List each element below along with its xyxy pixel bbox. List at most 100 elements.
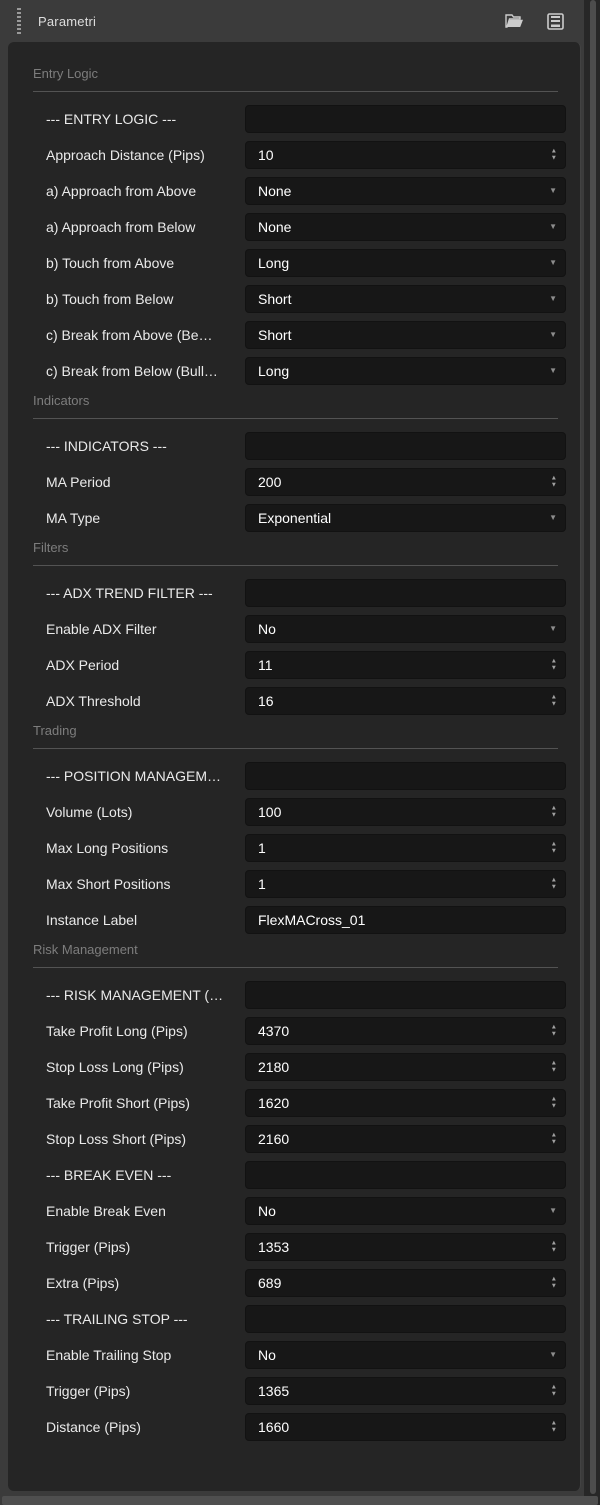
arrow-down-icon[interactable]: ▼ <box>551 1104 557 1110</box>
drag-handle-icon[interactable] <box>17 8 21 35</box>
number-stepper[interactable]: ▲▼ <box>551 1421 557 1434</box>
parameter-select[interactable] <box>245 504 566 532</box>
parameter-number-input[interactable] <box>245 651 566 679</box>
parameter-section: Entry Logic --- ENTRY LOGIC --- ▼ ▲▼ App… <box>25 66 566 385</box>
parameter-label: MA Type <box>46 510 245 526</box>
parameter-label: MA Period <box>46 474 245 490</box>
parameter-label: Extra (Pips) <box>46 1275 245 1291</box>
section-heading: Risk Management <box>25 942 566 958</box>
arrow-down-icon[interactable]: ▼ <box>551 1428 557 1434</box>
arrow-down-icon[interactable]: ▼ <box>551 1392 557 1398</box>
number-stepper[interactable]: ▲▼ <box>551 476 557 489</box>
parameter-select[interactable] <box>245 177 566 205</box>
parameter-number-input[interactable] <box>245 1233 566 1261</box>
number-stepper[interactable]: ▲▼ <box>551 842 557 855</box>
number-stepper[interactable]: ▲▼ <box>551 659 557 672</box>
arrow-down-icon[interactable]: ▼ <box>551 1140 557 1146</box>
parameter-row: --- INDICATORS --- ▼ ▲▼ <box>46 432 566 460</box>
save-parameters-button[interactable] <box>547 13 564 30</box>
arrow-down-icon[interactable]: ▼ <box>551 483 557 489</box>
parameter-number-input[interactable] <box>245 1017 566 1045</box>
number-stepper[interactable]: ▲▼ <box>551 1025 557 1038</box>
parameter-number-input[interactable] <box>245 141 566 169</box>
arrow-down-icon[interactable]: ▼ <box>551 1284 557 1290</box>
arrow-down-icon[interactable]: ▼ <box>551 666 557 672</box>
arrow-down-icon[interactable]: ▼ <box>551 885 557 891</box>
number-stepper[interactable]: ▲▼ <box>551 1133 557 1146</box>
parameter-input[interactable] <box>245 1305 566 1333</box>
parameter-input[interactable] <box>245 105 566 133</box>
load-parameters-button[interactable] <box>505 14 524 29</box>
number-stepper[interactable]: ▲▼ <box>551 1277 557 1290</box>
parameter-row: ADX Period ▼ ▲▼ <box>46 651 566 679</box>
parameter-number-input[interactable] <box>245 1125 566 1153</box>
parameter-select[interactable] <box>245 321 566 349</box>
parameter-number-input[interactable] <box>245 1413 566 1441</box>
parameter-row: --- ENTRY LOGIC --- ▼ ▲▼ <box>46 105 566 133</box>
parameter-number-input[interactable] <box>245 870 566 898</box>
parameter-number-input[interactable] <box>245 1053 566 1081</box>
parameter-input[interactable] <box>245 432 566 460</box>
parameter-input[interactable] <box>245 1161 566 1189</box>
number-stepper[interactable]: ▲▼ <box>551 878 557 891</box>
parameter-number-input[interactable] <box>245 834 566 862</box>
parameter-input[interactable] <box>245 906 566 934</box>
parameter-select[interactable] <box>245 1341 566 1369</box>
arrow-down-icon[interactable]: ▼ <box>551 813 557 819</box>
arrow-down-icon[interactable]: ▼ <box>551 702 557 708</box>
chevron-down-icon[interactable]: ▼ <box>549 367 557 375</box>
parameter-row: --- TRAILING STOP --- ▼ ▲▼ <box>46 1305 566 1333</box>
parameter-number-input[interactable] <box>245 1377 566 1405</box>
chevron-down-icon[interactable]: ▼ <box>549 331 557 339</box>
arrow-down-icon[interactable]: ▼ <box>551 1068 557 1074</box>
arrow-down-icon[interactable]: ▼ <box>551 1248 557 1254</box>
parameter-input[interactable] <box>245 579 566 607</box>
parameter-label: --- ADX TREND FILTER --- <box>46 585 245 601</box>
panel-title: Parametri <box>38 14 96 29</box>
number-stepper[interactable]: ▲▼ <box>551 1061 557 1074</box>
arrow-down-icon[interactable]: ▼ <box>551 1032 557 1038</box>
chevron-down-icon[interactable]: ▼ <box>549 1351 557 1359</box>
chevron-down-icon[interactable]: ▼ <box>549 187 557 195</box>
number-stepper[interactable]: ▲▼ <box>551 1097 557 1110</box>
vertical-scrollbar-thumb[interactable] <box>590 0 596 1494</box>
parameter-input[interactable] <box>245 981 566 1009</box>
horizontal-scrollbar-thumb[interactable] <box>2 1496 598 1505</box>
parameter-select[interactable] <box>245 285 566 313</box>
chevron-down-icon[interactable]: ▼ <box>549 295 557 303</box>
parameter-section: Indicators --- INDICATORS --- ▼ ▲▼ MA Pe… <box>25 393 566 532</box>
number-stepper[interactable]: ▲▼ <box>551 695 557 708</box>
parameter-input[interactable] <box>245 762 566 790</box>
number-stepper[interactable]: ▲▼ <box>551 806 557 819</box>
parameter-row: Max Long Positions ▼ ▲▼ <box>46 834 566 862</box>
chevron-down-icon[interactable]: ▼ <box>549 223 557 231</box>
parameter-row: MA Type ▼ ▲▼ <box>46 504 566 532</box>
number-stepper[interactable]: ▲▼ <box>551 149 557 162</box>
parameter-select[interactable] <box>245 615 566 643</box>
parameter-row: ADX Threshold ▼ ▲▼ <box>46 687 566 715</box>
section-divider <box>33 91 558 92</box>
number-stepper[interactable]: ▲▼ <box>551 1385 557 1398</box>
vertical-scrollbar-track[interactable] <box>584 0 600 1505</box>
parameter-row: --- ADX TREND FILTER --- ▼ ▲▼ <box>46 579 566 607</box>
parameter-number-input[interactable] <box>245 1269 566 1297</box>
parameter-number-input[interactable] <box>245 798 566 826</box>
chevron-down-icon[interactable]: ▼ <box>549 259 557 267</box>
parameter-select[interactable] <box>245 213 566 241</box>
parameter-number-input[interactable] <box>245 468 566 496</box>
parameter-number-input[interactable] <box>245 687 566 715</box>
parameter-select[interactable] <box>245 1197 566 1225</box>
number-stepper[interactable]: ▲▼ <box>551 1241 557 1254</box>
chevron-down-icon[interactable]: ▼ <box>549 514 557 522</box>
chevron-down-icon[interactable]: ▼ <box>549 625 557 633</box>
floppy-disk-icon <box>547 13 564 30</box>
parameter-row: b) Touch from Below ▼ ▲▼ <box>46 285 566 313</box>
parameter-select[interactable] <box>245 357 566 385</box>
arrow-down-icon[interactable]: ▼ <box>551 156 557 162</box>
arrow-down-icon[interactable]: ▼ <box>551 849 557 855</box>
parameter-number-input[interactable] <box>245 1089 566 1117</box>
parameter-select[interactable] <box>245 249 566 277</box>
chevron-down-icon[interactable]: ▼ <box>549 1207 557 1215</box>
parameter-row: Extra (Pips) ▼ ▲▼ <box>46 1269 566 1297</box>
parameter-row: --- POSITION MANAGEM… ▼ ▲▼ <box>46 762 566 790</box>
